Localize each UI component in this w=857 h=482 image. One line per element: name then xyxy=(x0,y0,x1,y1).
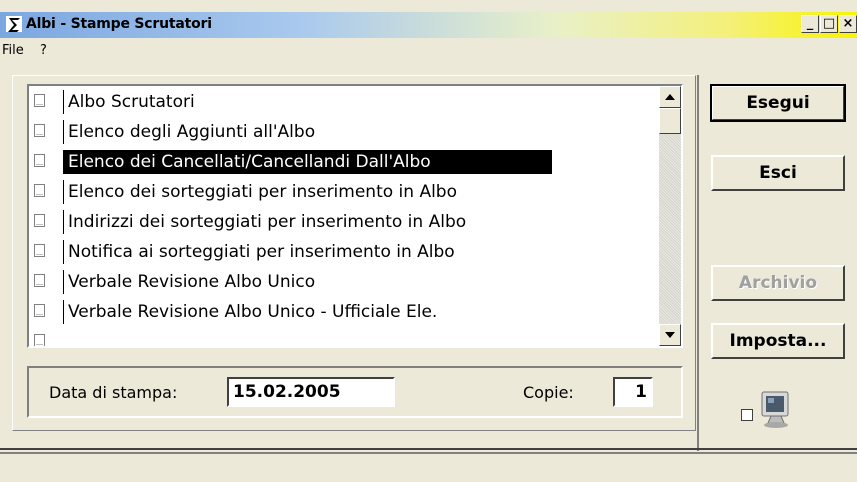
app-logo-icon xyxy=(6,16,22,32)
separator xyxy=(0,448,857,450)
print-date-label: Data di stampa: xyxy=(49,383,178,402)
list-item[interactable]: Albo Scrutatori xyxy=(29,88,655,118)
preview-toggle xyxy=(741,391,807,431)
report-label: Verbale Revisione Albo Unico xyxy=(63,270,319,294)
exit-button[interactable]: Esci xyxy=(711,155,845,191)
window-title: Albi - Stampe Scrutatori xyxy=(26,16,212,32)
action-panel: Esegui Esci Archivio Imposta... xyxy=(697,75,857,451)
report-checkbox[interactable] xyxy=(34,244,45,257)
list-item[interactable]: Verbale Revisione Albo Unico - Ufficiale… xyxy=(29,298,655,328)
report-label: Albo Scrutatori xyxy=(63,90,199,114)
report-label: Elenco degli Aggiunti all'Albo xyxy=(63,120,319,144)
status-bar xyxy=(0,452,857,482)
archive-button: Archivio xyxy=(711,265,845,301)
report-checkbox[interactable] xyxy=(34,304,45,317)
setup-button[interactable]: Imposta... xyxy=(711,323,845,359)
list-item-partial[interactable] xyxy=(29,328,655,346)
report-checkbox[interactable] xyxy=(34,334,45,346)
app-window: Albi - Stampe Scrutatori _ □ × File ? Al… xyxy=(0,0,857,482)
menu-bar: File ? xyxy=(0,40,857,62)
list-item[interactable]: Verbale Revisione Albo Unico xyxy=(29,268,655,298)
arrow-down-icon xyxy=(665,332,675,338)
maximize-button[interactable]: □ xyxy=(820,15,838,33)
menu-help[interactable]: ? xyxy=(40,43,47,58)
list-item[interactable]: Elenco dei sorteggiati per inserimento i… xyxy=(29,178,655,208)
scroll-thumb[interactable] xyxy=(659,108,681,134)
report-checkbox[interactable] xyxy=(34,124,45,137)
report-checkbox[interactable] xyxy=(34,184,45,197)
minimize-button[interactable]: _ xyxy=(801,15,819,33)
monitor-icon xyxy=(761,391,789,428)
run-button[interactable]: Esegui xyxy=(710,84,846,122)
report-list[interactable]: Albo Scrutatori Elenco degli Aggiunti al… xyxy=(27,84,683,348)
list-item[interactable]: Elenco degli Aggiunti all'Albo xyxy=(29,118,655,148)
report-checkbox[interactable] xyxy=(34,274,45,287)
report-checkbox[interactable] xyxy=(34,94,45,107)
close-button[interactable]: × xyxy=(839,15,857,33)
list-item[interactable]: Indirizzi dei sorteggiati per inseriment… xyxy=(29,208,655,238)
print-date-field[interactable]: 15.02.2005 xyxy=(227,377,395,407)
copies-label: Copie: xyxy=(523,383,574,402)
arrow-up-icon xyxy=(665,94,675,100)
scroll-down-button[interactable] xyxy=(659,324,681,346)
report-label: Elenco dei Cancellati/Cancellandi Dall'A… xyxy=(63,150,552,174)
report-label: Elenco dei sorteggiati per inserimento i… xyxy=(63,180,461,204)
list-item[interactable]: Notifica ai sorteggiati per inserimento … xyxy=(29,238,655,268)
report-label: Verbale Revisione Albo Unico - Ufficiale… xyxy=(63,300,441,324)
list-scrollbar[interactable] xyxy=(659,86,681,346)
title-bar[interactable]: Albi - Stampe Scrutatori _ □ × xyxy=(0,12,857,38)
preview-checkbox[interactable] xyxy=(741,409,753,421)
report-checkbox[interactable] xyxy=(34,214,45,227)
report-label: Notifica ai sorteggiati per inserimento … xyxy=(63,240,459,264)
report-label: Indirizzi dei sorteggiati per inseriment… xyxy=(63,210,470,234)
report-checkbox[interactable] xyxy=(34,154,45,167)
copies-field[interactable]: 1 xyxy=(613,377,653,407)
list-item-selected[interactable]: Elenco dei Cancellati/Cancellandi Dall'A… xyxy=(29,148,655,178)
print-options-group: Data di stampa: 15.02.2005 Copie: 1 xyxy=(27,366,683,418)
menu-file[interactable]: File xyxy=(2,43,24,58)
main-panel: Albo Scrutatori Elenco degli Aggiunti al… xyxy=(12,75,696,431)
scroll-up-button[interactable] xyxy=(659,86,681,108)
